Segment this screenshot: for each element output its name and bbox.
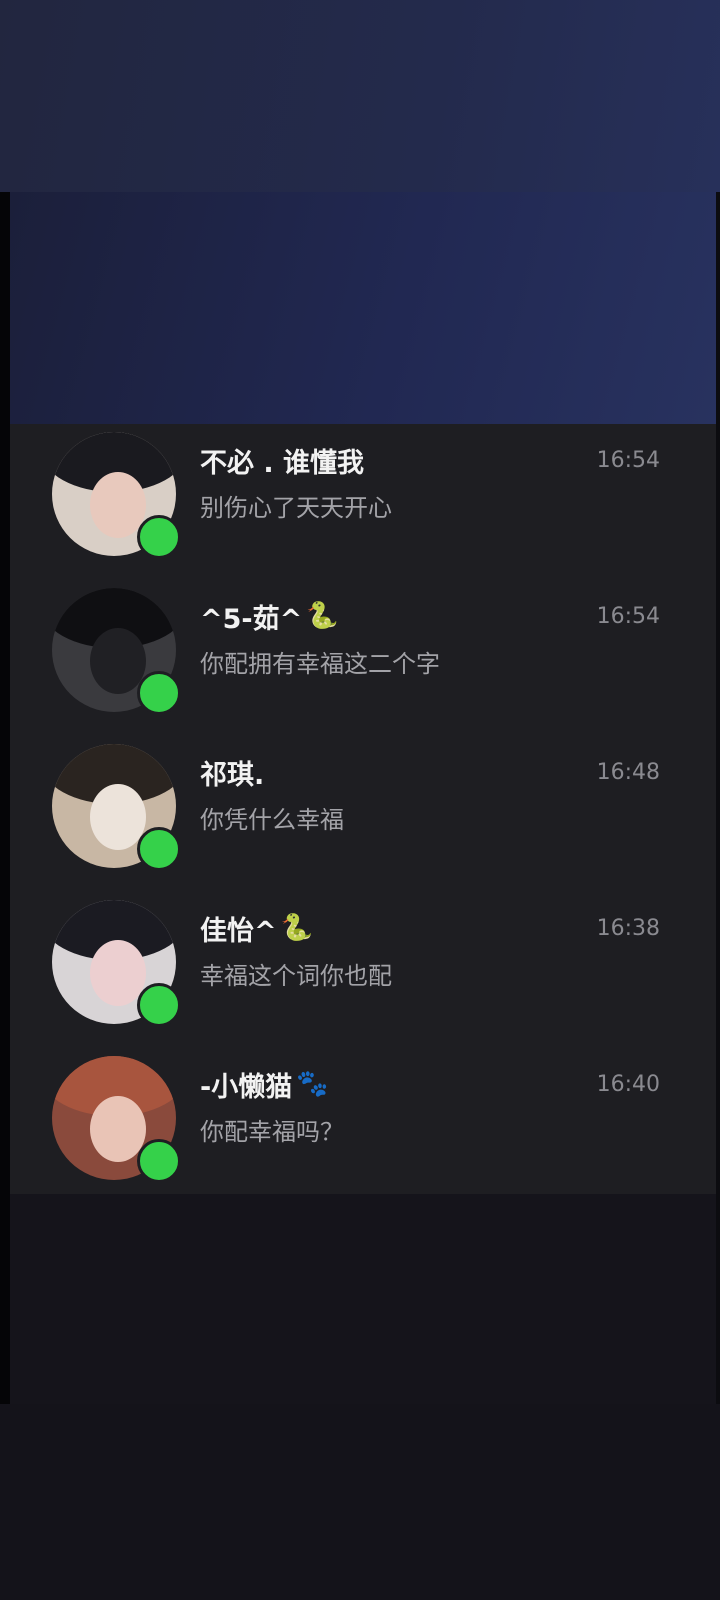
chat-item[interactable]: -小懒猫 🐾 16:40 你配幸福吗？ — [10, 1048, 716, 1206]
message-time: 16:38 — [596, 916, 660, 941]
contact-name: 不必 . 谁懂我 — [200, 447, 365, 479]
chat-item[interactable]: ^5-茹^ 🐍 16:54 你配拥有幸福这二个字 — [10, 580, 716, 738]
chat-item[interactable]: 不必 . 谁懂我 16:54 别伤心了天天开心 — [10, 424, 716, 582]
status-bar-area — [0, 0, 720, 192]
online-status-icon — [137, 515, 181, 559]
frame-edge-right — [716, 192, 720, 1404]
contact-name-row: -小懒猫 🐾 — [200, 1064, 329, 1104]
chat-item[interactable]: 佳怡^ 🐍 16:38 幸福这个词你也配 — [10, 892, 716, 1050]
message-time: 16:54 — [596, 604, 660, 629]
contact-name-row: 祁琪. — [200, 752, 268, 792]
last-message: 你配幸福吗？ — [200, 1118, 344, 1146]
contact-name: ^5-茹^ — [200, 603, 303, 635]
frame-edge-left — [0, 192, 10, 1404]
snake-emoji-icon: 🐍 — [280, 913, 313, 943]
contact-name: -小懒猫 — [200, 1071, 293, 1103]
online-status-icon — [137, 983, 181, 1027]
contact-name: 祁琪. — [200, 759, 265, 791]
snake-emoji-icon: 🐍 — [306, 601, 339, 631]
contact-name-row: 不必 . 谁懂我 — [200, 440, 368, 480]
online-status-icon — [137, 827, 181, 871]
contact-name: 佳怡^ — [200, 915, 277, 947]
contact-name-row: ^5-茹^ 🐍 — [200, 596, 339, 636]
last-message: 你凭什么幸福 — [200, 806, 344, 834]
online-status-icon — [137, 671, 181, 715]
message-time: 16:48 — [596, 760, 660, 785]
chat-list: 不必 . 谁懂我 16:54 别伤心了天天开心 ^5-茹^ 🐍 16:54 你配… — [10, 424, 716, 1194]
paw-emoji-icon: 🐾 — [296, 1069, 329, 1099]
message-time: 16:54 — [596, 448, 660, 473]
last-message: 幸福这个词你也配 — [200, 962, 392, 990]
online-status-icon — [137, 1139, 181, 1183]
header-banner — [10, 192, 716, 424]
chat-item[interactable]: 祁琪. 16:48 你凭什么幸福 — [10, 736, 716, 894]
message-time: 16:40 — [596, 1072, 660, 1097]
contact-name-row: 佳怡^ 🐍 — [200, 908, 313, 948]
last-message: 别伤心了天天开心 — [200, 494, 392, 522]
last-message: 你配拥有幸福这二个字 — [200, 650, 440, 678]
